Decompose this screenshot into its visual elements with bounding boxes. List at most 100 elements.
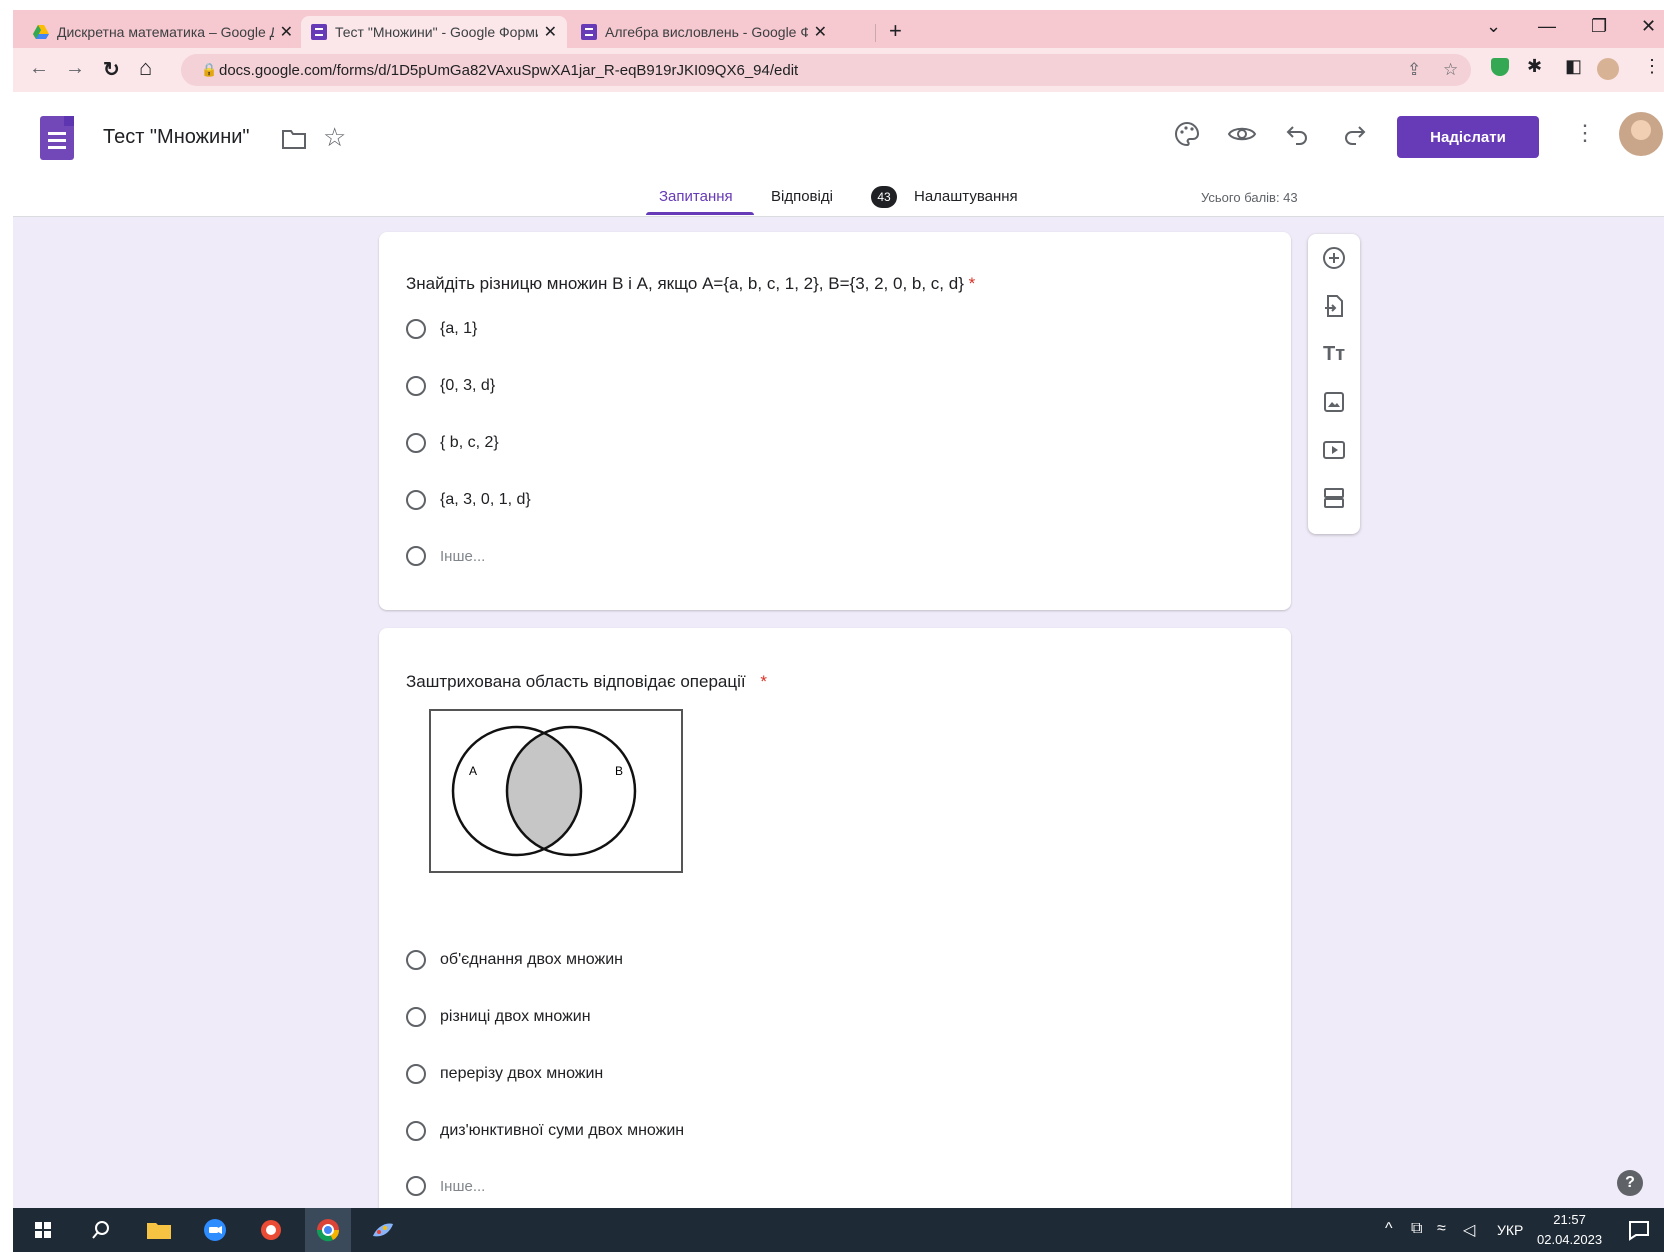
required-mark: * <box>760 672 767 691</box>
browser-menu-icon[interactable]: ⋮ <box>1643 56 1661 77</box>
send-button[interactable]: Надіслати <box>1397 116 1539 158</box>
restore-button[interactable]: ❐ <box>1591 16 1607 37</box>
home-button[interactable]: ⌂ <box>139 55 152 81</box>
question-title: Заштрихована область відповідає операції… <box>406 672 767 692</box>
option-row-other[interactable]: Інше... <box>406 1174 485 1198</box>
total-points: Усього балів: 43 <box>1201 190 1298 205</box>
browser-tab-forms-logic[interactable]: Алгебра висловлень - Google Форми ✕ <box>571 16 837 48</box>
radio-button[interactable] <box>406 546 426 566</box>
taskbar-clock[interactable]: 21:57 02.04.2023 <box>1537 1210 1602 1250</box>
venn-diagram-image: A B <box>429 709 683 873</box>
wifi-icon[interactable]: ≈ <box>1437 1220 1446 1238</box>
browser-tab-forms-sets[interactable]: Тест "Множини" - Google Форми ✕ <box>301 16 567 48</box>
question-card[interactable]: Знайдіть різницю множин B і A, якщо A={a… <box>379 232 1291 610</box>
radio-button[interactable] <box>406 1007 426 1027</box>
notifications-icon[interactable] <box>1625 1218 1653 1242</box>
tab-responses[interactable]: Відповіді <box>771 188 833 205</box>
file-explorer-icon[interactable] <box>145 1218 173 1242</box>
option-label-other: Інше... <box>440 1177 486 1195</box>
google-forms-logo[interactable] <box>40 116 74 160</box>
radio-button[interactable] <box>406 376 426 396</box>
more-options-icon[interactable]: ⋮ <box>1574 120 1596 146</box>
bookmark-star-icon[interactable]: ☆ <box>1443 60 1458 80</box>
option-label: {a, 3, 0, 1, d} <box>440 491 531 508</box>
option-row[interactable]: {a, 1} <box>406 317 477 341</box>
add-video-icon[interactable] <box>1322 438 1346 462</box>
radio-button[interactable] <box>406 1064 426 1084</box>
required-mark: * <box>968 274 976 293</box>
reload-button[interactable]: ↻ <box>103 57 120 82</box>
extensions-puzzle-icon[interactable]: ✱ <box>1527 56 1542 77</box>
option-row[interactable]: різниці двох множин <box>406 1005 591 1029</box>
help-icon[interactable]: ? <box>1617 1170 1643 1196</box>
question-card[interactable]: Заштрихована область відповідає операції… <box>379 628 1291 1208</box>
chrome-icon <box>316 1219 340 1242</box>
option-row[interactable]: перерізу двох множин <box>406 1062 603 1086</box>
close-tab-icon[interactable]: ✕ <box>544 22 557 42</box>
close-tab-icon[interactable]: ✕ <box>814 22 827 42</box>
address-bar[interactable]: 🔒 docs.google.com/forms/d/1D5pUmGa82VAxu… <box>181 54 1471 86</box>
browser-tab-title: Дискретна математика – Google Диск <box>57 24 274 40</box>
shield-extension-icon[interactable] <box>1491 58 1509 76</box>
option-row-other[interactable]: Інше... <box>406 544 485 568</box>
tab-questions[interactable]: Запитання <box>659 188 733 205</box>
radio-button[interactable] <box>406 433 426 453</box>
add-title-icon[interactable]: Tт <box>1322 342 1346 366</box>
user-avatar[interactable] <box>1619 112 1663 156</box>
add-question-icon[interactable] <box>1322 246 1346 270</box>
add-section-icon[interactable] <box>1322 486 1346 510</box>
show-hidden-icons-icon[interactable]: ^ <box>1385 1220 1393 1238</box>
form-tabs: Запитання Відповіді 43 Налаштування Усьо… <box>13 186 1664 216</box>
new-tab-button[interactable]: + <box>889 18 902 44</box>
tab-search-icon[interactable]: ⌄ <box>1486 16 1501 37</box>
browser-tab-drive[interactable]: Дискретна математика – Google Диск ✕ <box>23 16 303 48</box>
option-row[interactable]: { b, c, 2} <box>406 431 499 455</box>
browser-tab-title: Тест "Множини" - Google Форми <box>335 24 538 40</box>
radio-button[interactable] <box>406 1176 426 1196</box>
add-image-icon[interactable] <box>1322 390 1346 414</box>
option-label-other: Інше... <box>440 547 486 565</box>
undo-icon[interactable] <box>1285 122 1311 146</box>
volume-icon[interactable]: ◁ <box>1463 1220 1475 1240</box>
windows-start-icon[interactable] <box>29 1218 57 1242</box>
search-icon[interactable] <box>87 1218 115 1242</box>
radio-button[interactable] <box>406 319 426 339</box>
language-indicator[interactable]: УКР <box>1497 1222 1523 1238</box>
radio-button[interactable] <box>406 950 426 970</box>
preview-eye-icon[interactable] <box>1227 122 1257 146</box>
close-tab-icon[interactable]: ✕ <box>280 22 293 42</box>
close-window-button[interactable]: ✕ <box>1641 16 1656 37</box>
screen: Дискретна математика – Google Диск ✕ Тес… <box>13 10 1664 1252</box>
option-label: об'єднання двох множин <box>440 951 623 968</box>
option-row[interactable]: диз'юнктивної суми двох множин <box>406 1119 684 1143</box>
option-row[interactable]: {0, 3, d} <box>406 374 495 398</box>
venn-diagram: A B <box>451 725 637 857</box>
browser-toolbar: ← → ↻ ⌂ 🔒 docs.google.com/forms/d/1D5pUm… <box>13 48 1664 92</box>
tab-separator <box>875 24 876 42</box>
forward-button[interactable]: → <box>65 57 85 80</box>
share-icon[interactable]: ⇪ <box>1407 60 1421 80</box>
app-icon[interactable] <box>257 1218 285 1242</box>
tab-settings[interactable]: Налаштування <box>914 188 1018 205</box>
redo-icon[interactable] <box>1341 122 1367 146</box>
radio-button[interactable] <box>406 490 426 510</box>
meet-now-icon[interactable]: ⧉ <box>1411 1220 1422 1238</box>
option-row[interactable]: {a, 3, 0, 1, d} <box>406 488 531 512</box>
back-button[interactable]: ← <box>29 57 49 80</box>
paint-app-icon[interactable] <box>369 1218 397 1242</box>
question-text: Знайдіть різницю множин B і A, якщо A={a… <box>406 274 964 293</box>
palette-icon[interactable] <box>1173 120 1201 148</box>
chrome-taskbar-active[interactable] <box>305 1208 351 1252</box>
url-text: docs.google.com/forms/d/1D5pUmGa82VAxuSp… <box>219 62 799 79</box>
star-icon[interactable]: ☆ <box>323 122 346 153</box>
lock-icon: 🔒 <box>201 62 218 77</box>
form-title[interactable]: Тест "Множини" <box>103 126 250 149</box>
option-row[interactable]: об'єднання двох множин <box>406 948 623 972</box>
import-questions-icon[interactable] <box>1322 294 1346 318</box>
zoom-app-icon[interactable] <box>201 1218 229 1242</box>
radio-button[interactable] <box>406 1121 426 1141</box>
folder-icon[interactable] <box>281 128 307 150</box>
side-panel-icon[interactable]: ◧ <box>1565 56 1582 77</box>
browser-profile-avatar[interactable] <box>1597 58 1619 80</box>
minimize-button[interactable]: — <box>1538 16 1556 37</box>
